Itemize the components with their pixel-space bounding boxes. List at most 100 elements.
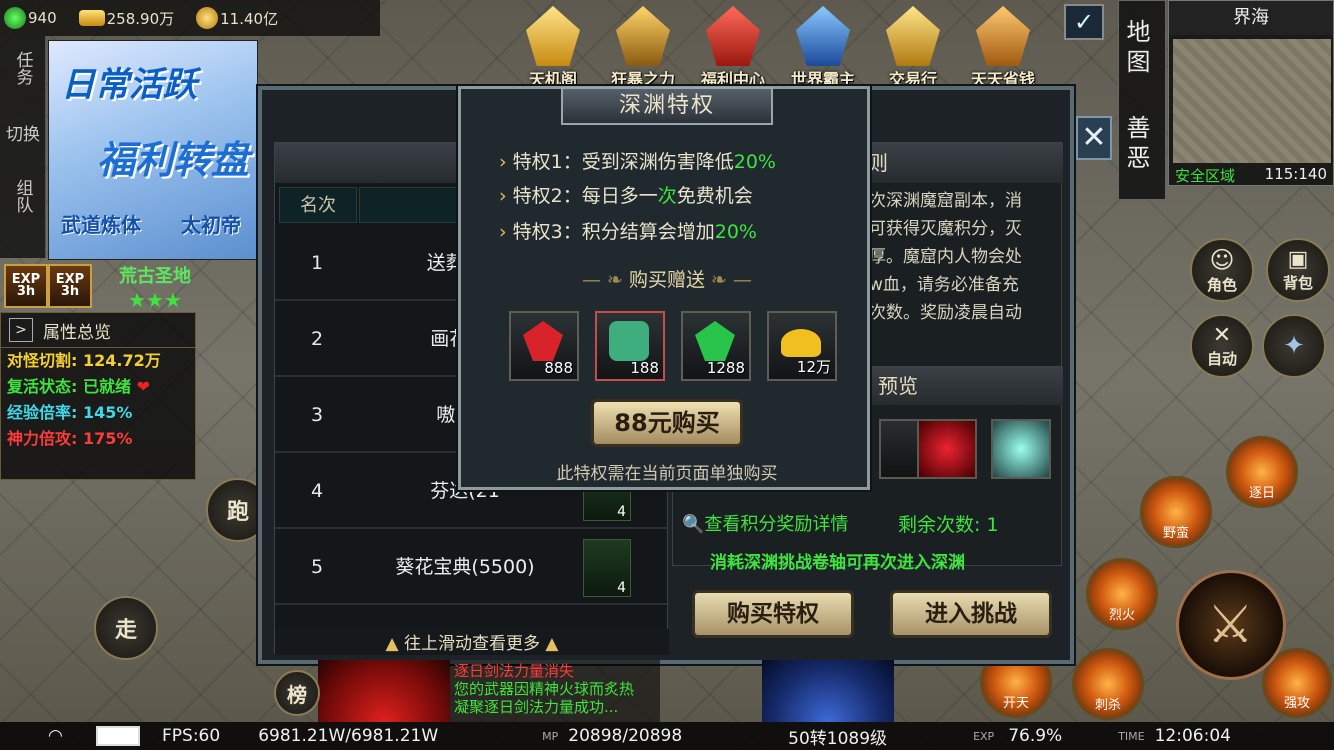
buy-88-button[interactable]: 88元购买 — [591, 399, 743, 447]
time-label: TIME — [1118, 729, 1145, 743]
enter-challenge-button[interactable]: 进入挑战 — [890, 590, 1052, 638]
minimap-zone-name: 界海 — [1169, 1, 1333, 35]
auto-label: 自动 — [1206, 350, 1237, 368]
level: 50转1089级 — [788, 728, 888, 749]
row-rank: 1 — [310, 252, 324, 274]
gift-jade-stone[interactable]: 188 — [595, 311, 665, 381]
trading-house-button[interactable]: 交易行 — [870, 4, 956, 92]
skill-label: 开天 — [1002, 696, 1029, 711]
buff-exp-2[interactable]: EXP 3h — [48, 264, 92, 308]
skill-yeman[interactable]: 野蛮 — [1140, 476, 1212, 548]
gift-qty: 188 — [630, 359, 659, 377]
sword-icon: ⚔ — [1207, 595, 1254, 655]
gift-qty: 1288 — [706, 359, 745, 377]
zone-badge-name: 荒古圣地 — [119, 266, 191, 287]
expand-arrow-icon[interactable]: > — [9, 318, 33, 342]
row-rank: 2 — [310, 328, 324, 350]
daily-activity-banner[interactable]: 日常活跃 福利转盘 武道炼体 太初帝 — [48, 40, 258, 260]
priv-pct: 20% — [733, 151, 776, 173]
welfare-center-button[interactable]: 福利中心 — [690, 4, 776, 92]
switch-button[interactable]: 切换 — [0, 100, 46, 164]
jade-icon — [4, 7, 26, 29]
minimap-image[interactable] — [1173, 39, 1331, 163]
welfare-icon — [706, 6, 760, 66]
chat-log[interactable]: 逐日剑法力量消失 您的武器因精神火球而炙热 凝聚逐日剑法力量成功... — [450, 660, 660, 722]
coin-value: 11.40亿 — [220, 9, 279, 28]
buff-exp-1[interactable]: EXP 3h — [4, 264, 48, 308]
rules-line: w血，请务必准备充 — [869, 275, 1019, 295]
green-crystal-icon — [695, 321, 735, 361]
skill-liehuo[interactable]: 烈火 — [1086, 558, 1158, 630]
task-button[interactable]: 任务 — [0, 36, 46, 100]
coin-resource: 11.40亿 — [196, 7, 278, 29]
priv-highlight: 次 — [657, 185, 677, 207]
run-label: 跑 — [226, 500, 249, 525]
preview-item-red-crystal[interactable] — [917, 419, 977, 479]
ranking-button[interactable]: 榜 — [274, 670, 320, 716]
gift-red-crystal[interactable]: 888 — [509, 311, 579, 381]
gift-gold-ingot[interactable]: 12万 — [767, 311, 837, 381]
priv-text-2: 免费机会 — [676, 185, 753, 207]
scroll-hint-text: 往上滑动查看更多 — [404, 634, 540, 654]
skill-cisha[interactable]: 刺杀 — [1072, 648, 1144, 720]
chat-line: 逐日剑法力量消失 — [454, 662, 575, 680]
rules-line: 厚。魔窟内人物会处 — [869, 247, 1022, 267]
map-nav: 地图 善恶 — [1118, 0, 1166, 200]
scroll-hint[interactable]: ▲ 往上滑动查看更多 ▲ — [275, 629, 669, 655]
collapse-toggle[interactable]: ✓ — [1064, 4, 1104, 40]
up-arrow-icon: ▲ — [385, 634, 399, 654]
attr-row-power: 神力倍攻: 175% — [1, 426, 195, 452]
up-arrow-icon: ▲ — [545, 634, 559, 654]
gold-ingot-icon — [781, 329, 821, 357]
row-rank: 3 — [310, 404, 324, 426]
ornament-icon: ❧ — — [705, 269, 752, 291]
walk-button[interactable]: 走 — [94, 596, 158, 660]
table-row[interactable]: 5 葵花宝典(5500) 4 — [275, 531, 669, 605]
fps: FPS:60 — [162, 726, 221, 746]
auto-button[interactable]: ✕ 自动 — [1190, 314, 1254, 378]
main-attack-button[interactable]: ⚔ — [1176, 570, 1286, 680]
compass-button[interactable]: ✦ — [1262, 314, 1326, 378]
buy-privilege-button[interactable]: 购买特权 — [692, 590, 854, 638]
attr-row-cut: 对怪切割: 124.72万 — [1, 348, 195, 374]
rules-line: 次深渊魔窟副本，消 — [869, 191, 1022, 211]
attr-value: 已就绪 — [82, 377, 131, 396]
chat-line: 您的武器因精神火球而炙热 — [454, 680, 635, 698]
tianji-pavilion-button[interactable]: 天机阁 — [510, 4, 596, 92]
gift-title-text: 购买赠送 — [628, 269, 705, 291]
karma-button[interactable]: 善恶 — [1119, 97, 1154, 193]
popup-note: 此特权需在当前页面单独购买 — [556, 464, 778, 484]
jade-value: 940 — [28, 9, 57, 27]
exp-buff-icon: EXP 3h — [4, 264, 48, 308]
attr-label: 复活状态: — [7, 377, 78, 396]
row-rank: 4 — [310, 480, 324, 502]
map-button[interactable]: 地图 — [1119, 1, 1154, 97]
arrow-icon: › — [499, 185, 507, 207]
preview-item-jade-stone[interactable] — [991, 419, 1051, 479]
skill-label: 刺杀 — [1094, 698, 1121, 713]
top-function-icons: 天机阁 狂暴之力 福利中心 世界霸主 交易行 天天省钱 — [510, 4, 1060, 92]
world-overlord-button[interactable]: 世界霸主 — [780, 4, 866, 92]
role-button[interactable]: ☺ 角色 — [1190, 238, 1254, 302]
gift-qty: 12万 — [796, 358, 831, 376]
consume-hint: 消耗深渊挑战卷轴可再次进入深渊 — [710, 553, 965, 573]
close-button[interactable]: ✕ — [1076, 116, 1112, 160]
team-button[interactable]: 组队 — [0, 164, 46, 228]
bag-label: 背包 — [1282, 274, 1313, 292]
view-score-reward-link[interactable]: 🔍查看积分奖励详情 — [682, 510, 848, 536]
rage-power-button[interactable]: 狂暴之力 — [600, 4, 686, 92]
crossed-swords-icon: ✕ — [1212, 323, 1232, 348]
skill-zhuri[interactable]: 逐日 — [1226, 436, 1298, 508]
priv-text: 特权1：受到深渊伤害降低 — [512, 151, 734, 173]
money-bag-icon — [976, 6, 1030, 66]
daily-saving-button[interactable]: 天天省钱 — [960, 4, 1046, 92]
bag-button[interactable]: ▣ 背包 — [1266, 238, 1330, 302]
gold-ingot-icon — [78, 10, 105, 26]
attribute-header[interactable]: > 属性总览 — [1, 313, 195, 348]
gift-green-crystal[interactable]: 1288 — [681, 311, 751, 381]
row-name: 葵花宝典(5500) — [395, 556, 535, 578]
zone-badge-stars: ★★★ — [128, 288, 182, 312]
reward-chest-icon[interactable]: 4 — [583, 539, 631, 597]
gift-qty: 888 — [544, 359, 573, 377]
minimap[interactable]: 界海 安全区域 115:140 — [1168, 0, 1334, 186]
